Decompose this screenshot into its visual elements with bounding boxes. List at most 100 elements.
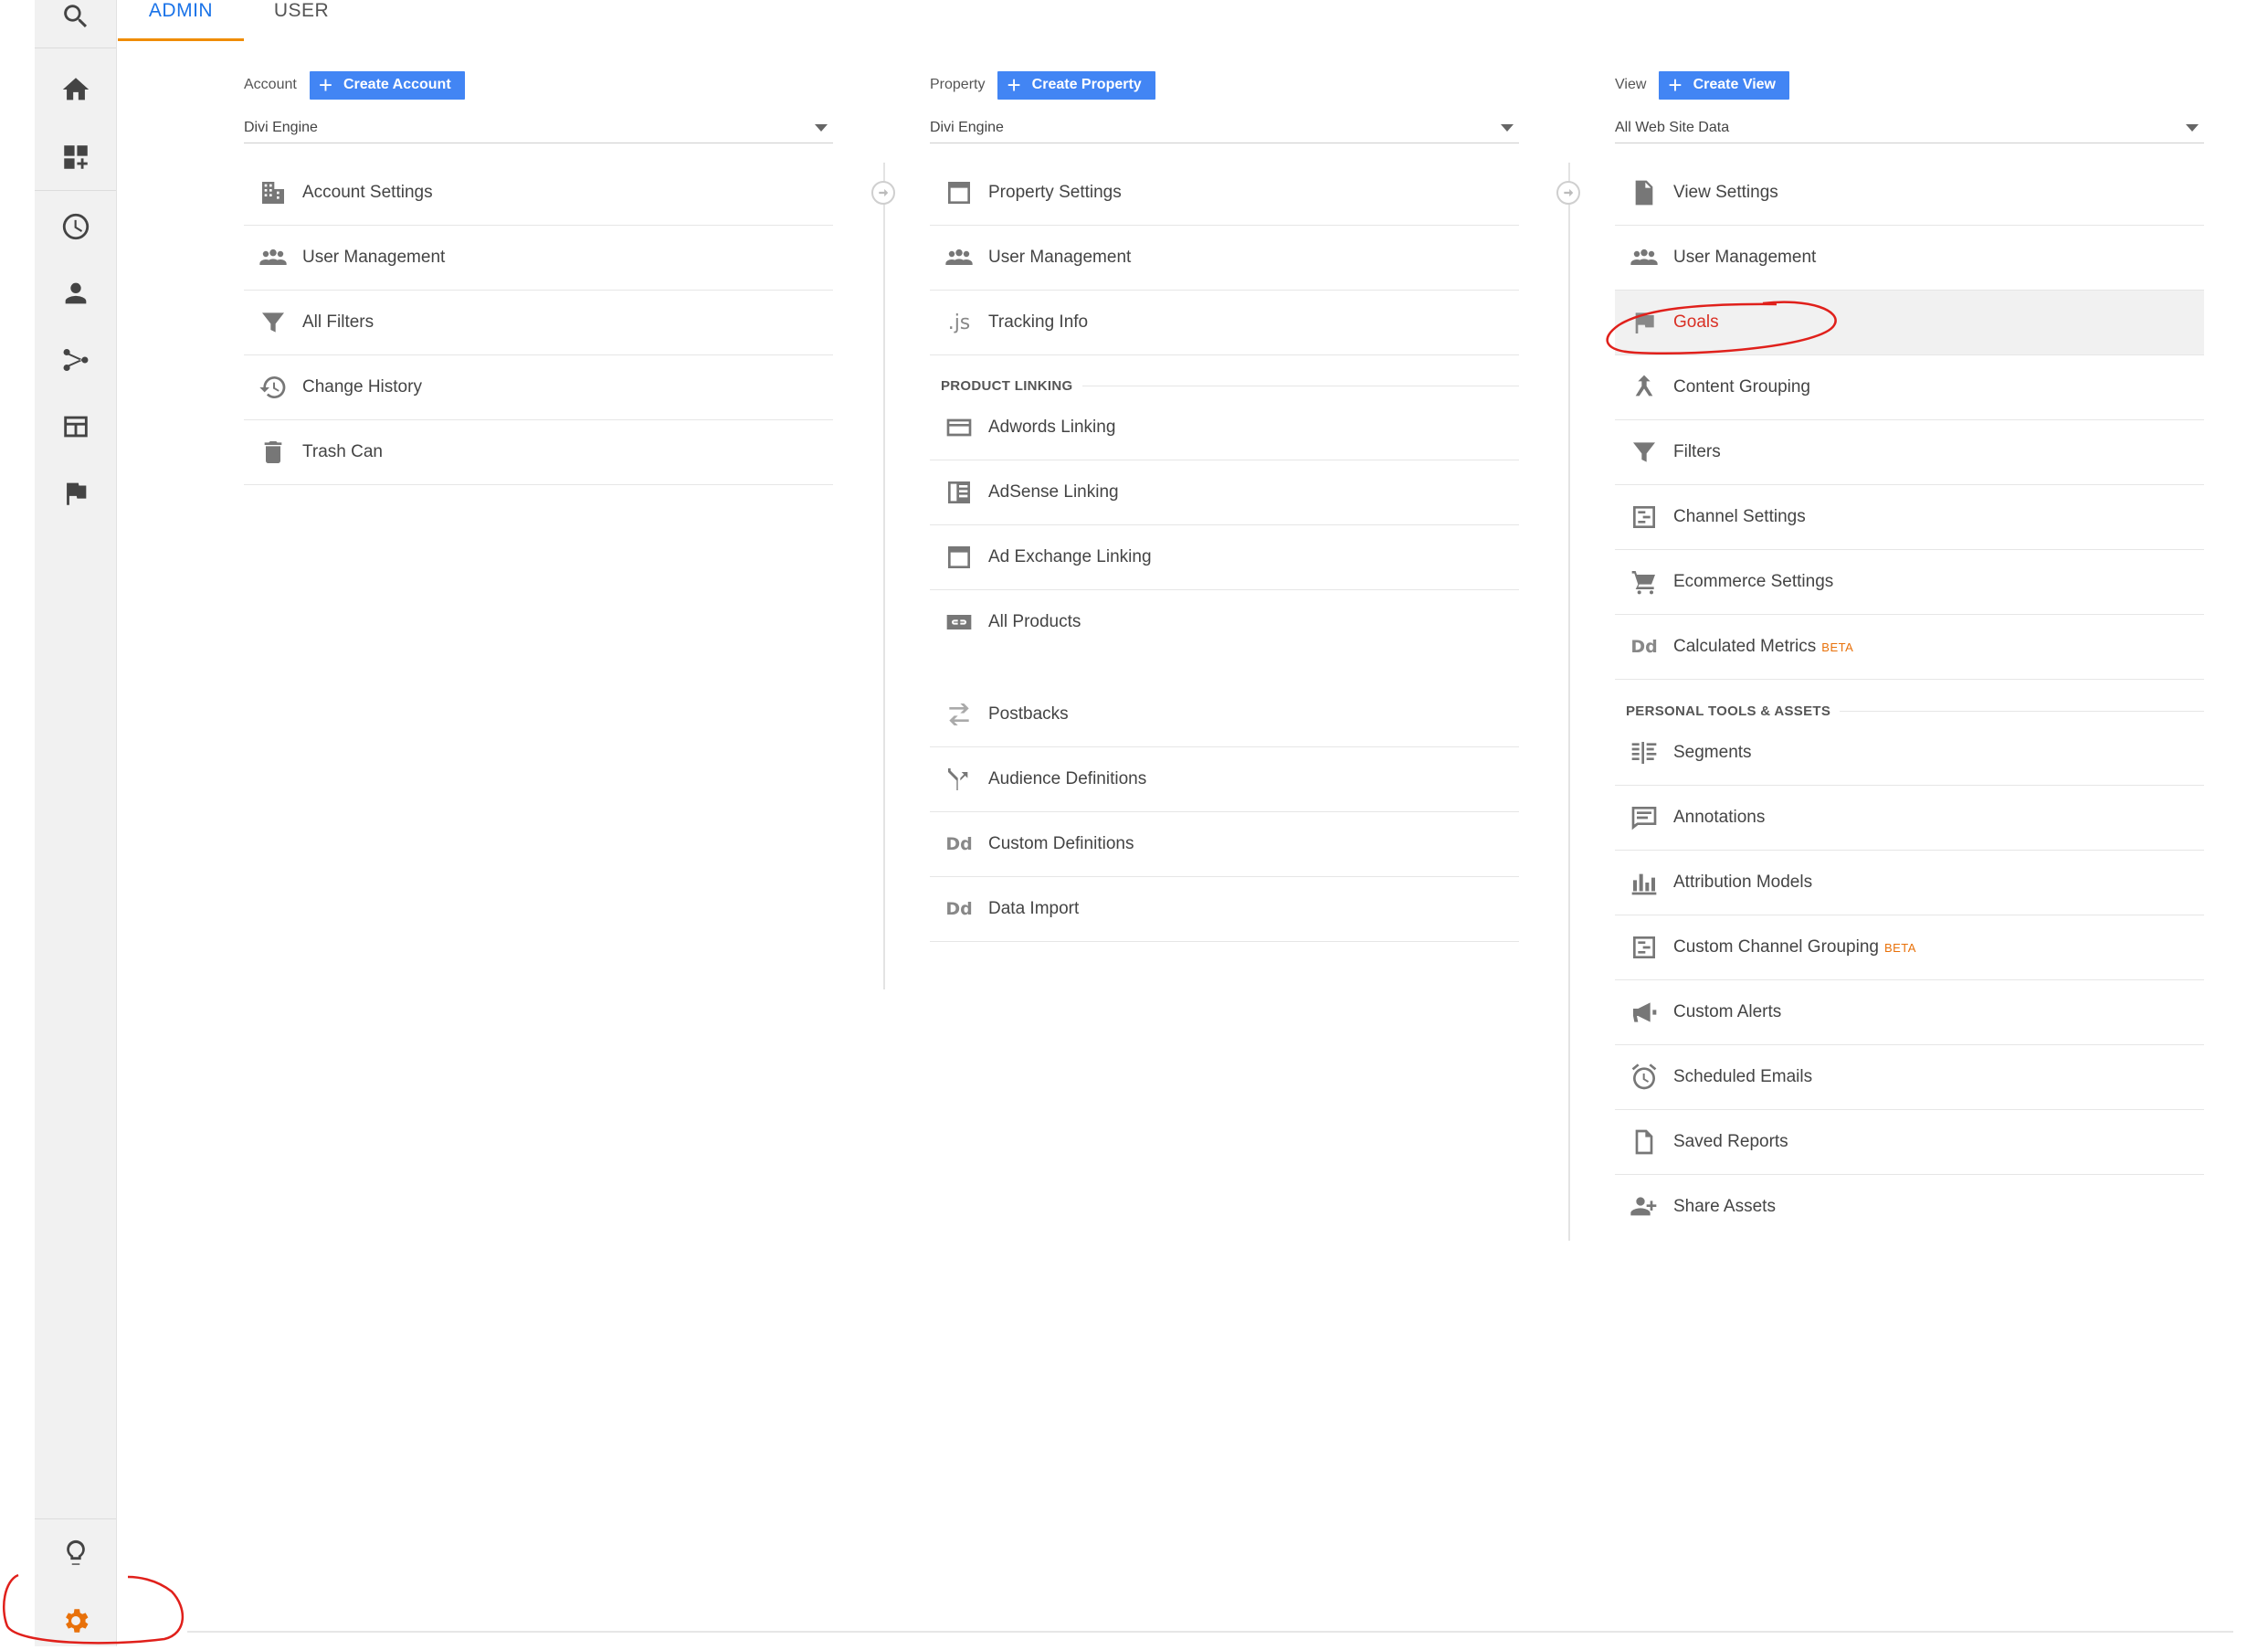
menu-item-annotations[interactable]: Annotations: [1615, 786, 2204, 851]
menu-item-label: Audience Definitions: [988, 769, 1147, 788]
property-header: Property + Create Property: [930, 69, 1155, 100]
menu-item-attribution-models[interactable]: Attribution Models: [1615, 851, 2204, 915]
megaphone-icon: [1626, 994, 1662, 1031]
create-property-button[interactable]: + Create Property: [997, 70, 1155, 100]
people-icon: [941, 239, 977, 276]
column-divider: [883, 163, 885, 989]
account-header: Account + Create Account: [244, 69, 465, 100]
building-icon: [255, 175, 291, 211]
menu-item-ecommerce-settings[interactable]: Ecommerce Settings: [1615, 550, 2204, 615]
property-selected: Divi Engine: [930, 120, 1004, 135]
channel-icon: [1626, 499, 1662, 535]
annotation-icon: [1626, 799, 1662, 836]
property-label: Property: [930, 77, 986, 92]
people-icon: [255, 239, 291, 276]
menu-item-all-filters[interactable]: All Filters: [244, 291, 833, 355]
person-icon[interactable]: [35, 264, 116, 323]
chevron-down-icon: [815, 124, 828, 132]
menu-item-account-settings[interactable]: Account Settings: [244, 161, 833, 226]
menu-item-label: View Settings: [1673, 183, 1778, 202]
create-property-label: Create Property: [1031, 77, 1142, 92]
menu-item-custom-channel-grouping[interactable]: Custom Channel Grouping BETA: [1615, 915, 2204, 980]
menu-item-label: Segments: [1673, 743, 1752, 762]
menu-item-custom-alerts[interactable]: Custom Alerts: [1615, 980, 2204, 1045]
filter-icon: [1626, 434, 1662, 471]
adwords-icon: [941, 409, 977, 446]
file-icon: [1626, 1124, 1662, 1160]
menu-item-segments[interactable]: Segments: [1615, 721, 2204, 786]
view-selector[interactable]: All Web Site Data: [1615, 113, 2204, 143]
gear-icon[interactable]: [35, 1592, 116, 1650]
menu-item-share-assets[interactable]: Share Assets: [1615, 1175, 2204, 1239]
flag-icon[interactable]: [35, 464, 116, 523]
menu-item-label: Channel Settings: [1673, 507, 1806, 526]
account-selector[interactable]: Divi Engine: [244, 113, 833, 143]
menu-item-postbacks[interactable]: Postbacks: [930, 682, 1519, 747]
menu-item-filters[interactable]: Filters: [1615, 420, 2204, 485]
dd-icon: Dd: [945, 834, 973, 854]
create-account-button[interactable]: + Create Account: [309, 70, 465, 100]
menu-item-view-settings[interactable]: View Settings: [1615, 161, 2204, 226]
menu-item-data-import[interactable]: Dd Data Import: [930, 877, 1519, 942]
cart-icon: [1626, 564, 1662, 600]
plus-icon: +: [318, 71, 332, 99]
menu-item-goals[interactable]: Goals: [1615, 291, 2204, 355]
flag-icon: [1626, 304, 1662, 341]
menu-item-label: Ad Exchange Linking: [988, 547, 1152, 566]
fork-icon: [941, 761, 977, 798]
trash-icon: [255, 434, 291, 471]
segments-icon: [1626, 735, 1662, 771]
channel-icon: [1626, 929, 1662, 966]
menu-item-adsense-linking[interactable]: AdSense Linking: [930, 460, 1519, 525]
clock-icon[interactable]: [35, 197, 116, 256]
menu-item-channel-settings[interactable]: Channel Settings: [1615, 485, 2204, 550]
dashboard-icon[interactable]: [35, 128, 116, 186]
menu-item-ad-exchange-linking[interactable]: Ad Exchange Linking: [930, 525, 1519, 590]
menu-item-label: Attribution Models: [1673, 873, 1813, 892]
menu-item-label: Change History: [302, 377, 422, 397]
menu-item-label: Postbacks: [988, 704, 1069, 724]
property-selector[interactable]: Divi Engine: [930, 113, 1519, 143]
layout-icon[interactable]: [35, 397, 116, 456]
menu-item-user-management[interactable]: User Management: [930, 226, 1519, 291]
menu-item-content-grouping[interactable]: Content Grouping: [1615, 355, 2204, 420]
menu-item-label: Custom Channel Grouping: [1673, 937, 1879, 957]
bar-chart-icon: [1626, 864, 1662, 901]
share-icon[interactable]: [35, 331, 116, 389]
menu-item-label: Filters: [1673, 442, 1721, 461]
search-icon[interactable]: [35, 0, 116, 46]
menu-item-calculated-metrics[interactable]: Dd Calculated Metrics BETA: [1615, 615, 2204, 680]
menu-item-property-settings[interactable]: Property Settings: [930, 161, 1519, 226]
view-header: View + Create View: [1615, 69, 1789, 100]
window-icon: [941, 175, 977, 211]
menu-item-user-management[interactable]: User Management: [244, 226, 833, 291]
menu-item-label: Adwords Linking: [988, 418, 1116, 437]
create-account-label: Create Account: [343, 77, 451, 92]
alarm-icon: [1626, 1059, 1662, 1095]
menu-item-saved-reports[interactable]: Saved Reports: [1615, 1110, 2204, 1175]
history-icon: [255, 369, 291, 406]
adsense-icon: [941, 474, 977, 511]
menu-item-tracking-info[interactable]: .js Tracking Info: [930, 291, 1519, 355]
plus-icon: +: [1007, 71, 1021, 99]
menu-item-scheduled-emails[interactable]: Scheduled Emails: [1615, 1045, 2204, 1110]
lightbulb-icon[interactable]: [35, 1524, 116, 1582]
menu-item-audience-definitions[interactable]: Audience Definitions: [930, 747, 1519, 812]
create-view-button[interactable]: + Create View: [1659, 70, 1789, 100]
menu-item-user-management[interactable]: User Management: [1615, 226, 2204, 291]
menu-item-label: Data Import: [988, 899, 1080, 918]
menu-item-custom-definitions[interactable]: Dd Custom Definitions: [930, 812, 1519, 877]
window-icon: [941, 539, 977, 576]
home-icon[interactable]: [35, 60, 116, 119]
account-label: Account: [244, 77, 297, 92]
menu-item-label: User Management: [302, 248, 446, 267]
account-selected: Divi Engine: [244, 120, 318, 135]
menu-item-label: Scheduled Emails: [1673, 1067, 1813, 1086]
chevron-down-icon: [2186, 124, 2199, 132]
tab-user[interactable]: USER: [260, 0, 343, 38]
menu-item-trash-can[interactable]: Trash Can: [244, 420, 833, 485]
menu-item-adwords-linking[interactable]: Adwords Linking: [930, 396, 1519, 460]
tab-admin[interactable]: ADMIN: [118, 0, 244, 41]
menu-item-change-history[interactable]: Change History: [244, 355, 833, 420]
menu-item-all-products[interactable]: All Products: [930, 590, 1519, 654]
